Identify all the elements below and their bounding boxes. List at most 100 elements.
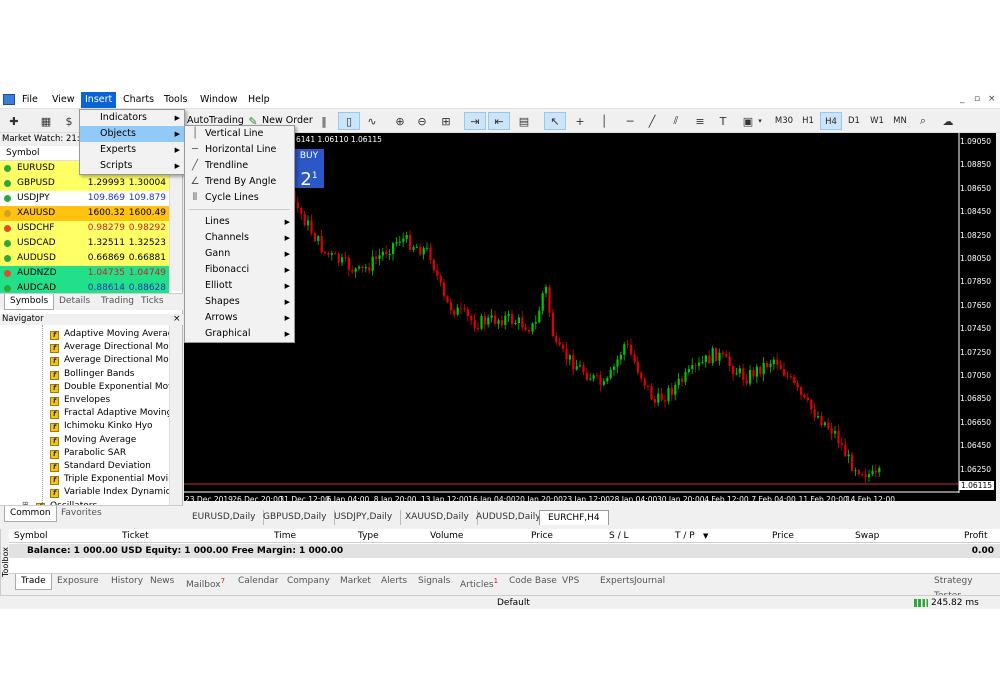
tab-company[interactable]: Company <box>282 574 335 590</box>
search-icon[interactable]: ⌕ <box>914 112 932 130</box>
navigator-item[interactable]: f Double Exponential Movin <box>50 381 170 394</box>
tab-news[interactable]: News <box>145 574 179 590</box>
scrollbar[interactable] <box>169 325 182 505</box>
column-header[interactable]: Price <box>531 531 553 541</box>
tab-trading[interactable]: Trading <box>96 294 139 310</box>
tile-windows-icon[interactable]: ⊞ <box>436 112 456 130</box>
tab-exposure[interactable]: Exposure <box>52 574 104 590</box>
chart-tab[interactable]: USDJPY,Daily <box>326 510 402 525</box>
market-watch-row[interactable]: AUDUSD 0.66869 0.66881 <box>0 251 169 266</box>
column-header[interactable]: T / P <box>675 531 695 541</box>
toolbox-label[interactable]: Toolbox <box>0 529 10 596</box>
chart-tab[interactable]: EURCHF,H4 <box>539 510 609 525</box>
buy-price-box[interactable]: 21 <box>294 164 324 190</box>
crosshair-icon[interactable]: + <box>570 112 590 130</box>
menu-insert[interactable]: Insert <box>81 92 117 108</box>
menu-item-lines[interactable]: Lines ▶ <box>185 214 294 230</box>
column-header[interactable]: Ticket <box>122 531 149 541</box>
column-header[interactable]: Time <box>274 531 296 541</box>
candlestick-icon[interactable]: ▯ <box>338 112 360 130</box>
text-icon[interactable]: T <box>716 112 730 130</box>
tab-code-base[interactable]: Code Base <box>504 574 562 590</box>
profiles-icon[interactable]: ▦ <box>36 112 56 130</box>
column-header[interactable]: Price <box>772 531 794 541</box>
menu-item-fibonacci[interactable]: Fibonacci ▶ <box>185 262 294 278</box>
close-icon[interactable]: × <box>173 314 181 324</box>
tab-favorites[interactable]: Favorites <box>56 506 107 522</box>
menu-help[interactable]: Help <box>248 94 270 105</box>
menu-view[interactable]: View <box>52 94 75 105</box>
menu-item-graphical[interactable]: Graphical ▶ <box>185 326 294 342</box>
menu-window[interactable]: Window <box>200 94 237 105</box>
trendline-icon[interactable]: ╱ <box>644 112 660 130</box>
strategy-tester-tab[interactable]: Strategy Tester <box>929 574 1000 601</box>
zoom-in-icon[interactable]: ⊕ <box>390 112 410 130</box>
tab-alerts[interactable]: Alerts <box>376 574 412 590</box>
timeframe-d1[interactable]: D1 <box>843 112 865 130</box>
navigator-item[interactable]: f Average Directional Move <box>50 341 170 354</box>
navigator-item[interactable]: f Variable Index Dynamic A <box>50 486 170 499</box>
menu-item-shapes[interactable]: Shapes ▶ <box>185 294 294 310</box>
timeframe-mn[interactable]: MN <box>889 112 911 130</box>
navigator-item[interactable]: f Adaptive Moving Average <box>50 328 170 341</box>
chart-tab[interactable]: AUDUSD,Daily <box>468 510 550 525</box>
column-header[interactable]: Profit <box>964 531 987 541</box>
navigator-item[interactable]: f Ichimoku Kinko Hyo <box>50 420 170 433</box>
market-watch-row[interactable]: USDJPY 109.869 109.879 <box>0 191 169 206</box>
navigator-item[interactable]: f Parabolic SAR <box>50 447 170 460</box>
tab-common[interactable]: Common <box>4 506 57 522</box>
templates-icon[interactable]: ▤ <box>514 112 534 130</box>
navigator-item[interactable]: f Moving Average <box>50 434 170 447</box>
market-watch-row[interactable]: USDCAD 1.32511 1.32523 <box>0 236 169 251</box>
menu-item-channels[interactable]: Channels ▶ <box>185 230 294 246</box>
column-header[interactable]: Symbol <box>14 531 48 541</box>
column-header[interactable]: Volume <box>430 531 463 541</box>
chevron-down-icon[interactable]: ▾ <box>755 112 765 130</box>
tab-history[interactable]: History <box>106 574 148 590</box>
menu-item-experts[interactable]: Experts ▶ <box>80 142 184 158</box>
column-header[interactable]: Swap <box>855 531 879 541</box>
navigator-item[interactable]: f Bollinger Bands <box>50 368 170 381</box>
menu-item-elliott[interactable]: Elliott ▶ <box>185 278 294 294</box>
tab-details[interactable]: Details <box>54 294 95 310</box>
chat-icon[interactable]: ☁ <box>938 112 958 130</box>
bar-chart-icon[interactable]: ‖ <box>314 112 334 130</box>
chart-shift-icon[interactable]: ⇤ <box>488 112 510 130</box>
scrollbar[interactable] <box>169 161 182 291</box>
tab-articles[interactable]: Articles1 <box>455 574 503 590</box>
market-watch-row[interactable]: USDCHF 0.98279 0.98292 <box>0 221 169 236</box>
new-chart-icon[interactable]: ✚ <box>4 112 24 130</box>
timeframe-m30[interactable]: M30 <box>773 112 795 130</box>
chart-tab[interactable]: EURUSD,Daily <box>184 510 265 525</box>
column-header[interactable]: S / L <box>609 531 628 541</box>
timeframe-h1[interactable]: H1 <box>797 112 819 130</box>
close-icon[interactable]: × <box>988 94 996 104</box>
tab-signals[interactable]: Signals <box>413 574 455 590</box>
navigator-item[interactable]: f Fractal Adaptive Moving A <box>50 407 170 420</box>
menu-charts[interactable]: Charts <box>123 94 154 105</box>
tab-ticks[interactable]: Ticks <box>136 294 169 310</box>
zoom-out-icon[interactable]: ⊖ <box>412 112 432 130</box>
market-watch-icon[interactable]: $ <box>62 112 76 130</box>
column-header[interactable]: Type <box>358 531 379 541</box>
menu-file[interactable]: File <box>22 94 38 105</box>
navigator-item[interactable]: f Standard Deviation <box>50 460 170 473</box>
autoscroll-icon[interactable]: ⇥ <box>464 112 486 130</box>
timeframe-h4[interactable]: H4 <box>820 112 842 130</box>
timeframe-w1[interactable]: W1 <box>866 112 888 130</box>
tab-journal[interactable]: Journal <box>629 574 670 590</box>
navigator-item[interactable]: f Triple Exponential Moving <box>50 473 170 486</box>
menu-item-scripts[interactable]: Scripts ▶ <box>80 158 184 174</box>
tab-vps[interactable]: VPS <box>557 574 584 590</box>
vertical-line-icon[interactable]: │ <box>596 112 612 130</box>
tab-symbols[interactable]: Symbols <box>4 294 55 310</box>
tab-calendar[interactable]: Calendar <box>233 574 283 590</box>
cursor-icon[interactable]: ↖ <box>544 112 566 130</box>
menu-item-trend-by-angle[interactable]: ∠ Trend By Angle <box>185 174 294 190</box>
price-chart[interactable]: 6141 1.06110 1.06115 BUY 21 1.09050 1.088… <box>184 133 996 504</box>
menu-item-vertical-line[interactable]: │ Vertical Line <box>185 126 294 142</box>
restore-icon[interactable]: ▫ <box>974 94 980 104</box>
menu-item-horizontal-line[interactable]: ─ Horizontal Line <box>185 142 294 158</box>
menu-tools[interactable]: Tools <box>164 94 187 105</box>
chart-tab[interactable]: GBPUSD,Daily <box>255 510 336 525</box>
